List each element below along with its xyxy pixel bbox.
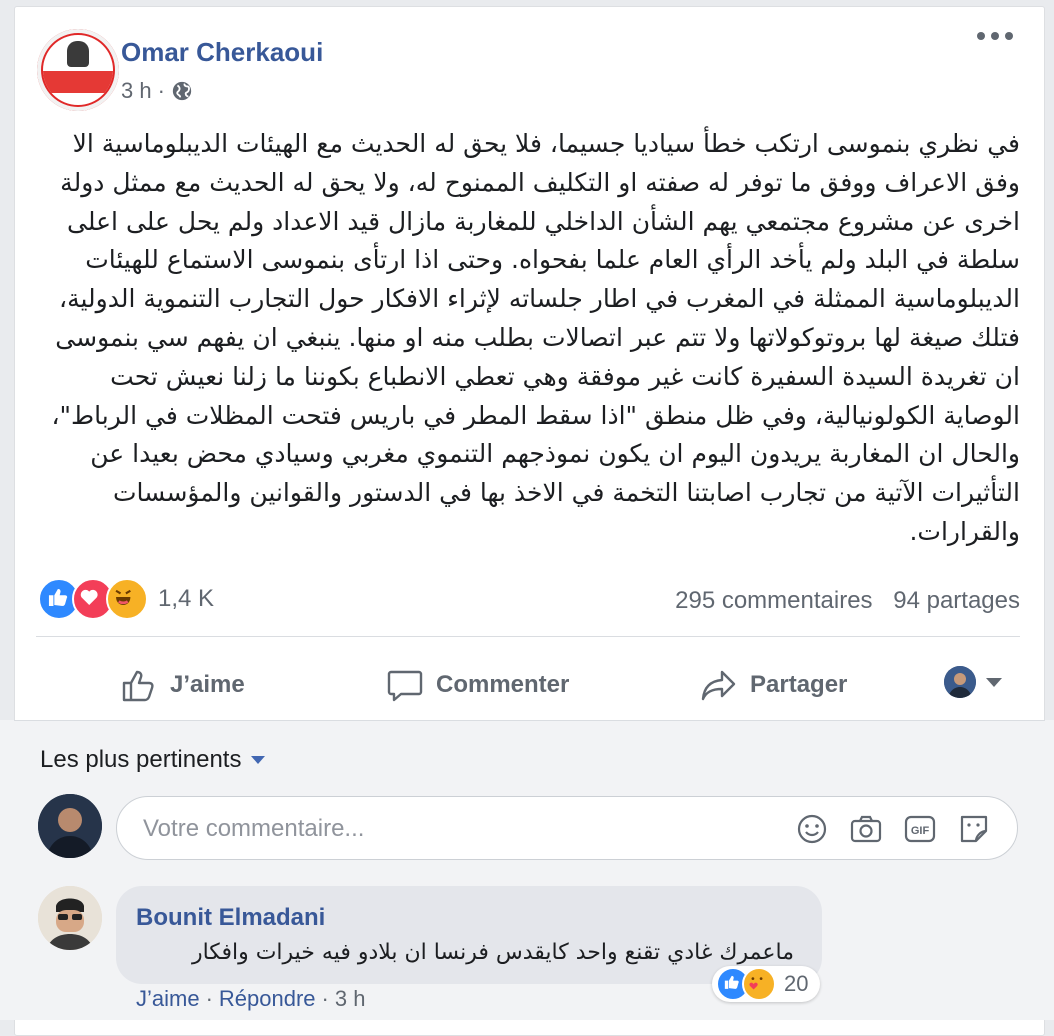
gif-icon[interactable]: GIF	[903, 812, 937, 846]
sort-label: Les plus pertinents	[40, 746, 242, 773]
more-options-icon[interactable]	[977, 32, 1013, 40]
reactions-summary[interactable]: 1,4 K	[38, 578, 214, 620]
profile-avatar	[944, 666, 976, 698]
like-label: J’aime	[170, 671, 245, 698]
share-button[interactable]: Partager	[700, 666, 847, 704]
profile-selector[interactable]	[944, 666, 1002, 698]
share-icon	[701, 670, 736, 701]
commenter-name[interactable]: Bounit Elmadani	[136, 904, 325, 932]
separator: ·	[321, 986, 329, 1011]
comment-bubble: Bounit Elmadani ماعمرك غادي تقنع واحد كا…	[116, 886, 822, 984]
like-button[interactable]: J’aime	[120, 666, 245, 704]
share-label: Partager	[750, 671, 848, 698]
globe-icon[interactable]	[171, 80, 193, 102]
comment-button[interactable]: Commenter	[386, 666, 569, 704]
emoji-icon[interactable]	[795, 812, 829, 846]
care-reaction-icon	[742, 967, 776, 1001]
post-time[interactable]: 3 h	[121, 78, 152, 104]
comment-text: ماعمرك غادي تقنع واحد كايقدس فرنسا ان بل…	[191, 940, 794, 965]
author-name[interactable]: Omar Cherkaoui	[121, 37, 323, 68]
shares-count[interactable]: 94 partages	[893, 587, 1020, 614]
comment-icon	[387, 670, 423, 702]
post-stats: 295 commentaires 94 partages	[675, 587, 1020, 615]
divider	[14, 720, 1045, 721]
caret-down-icon	[251, 756, 266, 764]
comment-input[interactable]: Votre commentaire... GIF	[116, 796, 1018, 860]
haha-reaction-icon	[106, 578, 148, 620]
sticker-icon[interactable]	[957, 812, 991, 846]
chevron-down-icon	[986, 677, 1002, 687]
comment-sort-dropdown[interactable]: Les plus pertinents	[40, 746, 266, 774]
comment-actions: J’aime · Répondre · 3 h	[136, 986, 365, 1012]
post-meta: 3 h ·	[121, 78, 193, 104]
divider	[36, 636, 1020, 637]
comment-time[interactable]: 3 h	[335, 986, 366, 1012]
current-user-avatar[interactable]	[38, 794, 102, 858]
meta-separator: ·	[157, 78, 165, 103]
camera-icon[interactable]	[849, 812, 883, 846]
comment-reactions[interactable]: 20	[712, 966, 821, 1002]
separator: ·	[205, 986, 213, 1011]
comments-count[interactable]: 295 commentaires	[675, 587, 872, 614]
author-avatar[interactable]	[37, 29, 119, 111]
comment-reaction-count: 20	[784, 971, 809, 996]
commenter-avatar[interactable]	[38, 886, 102, 950]
comment-label: Commenter	[436, 671, 570, 698]
post-text: في نظري بنموسى ارتكب خطأ سياديا جسيما، ف…	[51, 129, 1020, 546]
reaction-count[interactable]: 1,4 K	[158, 585, 214, 613]
comment-placeholder: Votre commentaire...	[143, 815, 365, 842]
comment-like-link[interactable]: J’aime	[136, 986, 200, 1012]
svg-text:GIF: GIF	[911, 825, 930, 837]
thumbs-up-icon	[122, 670, 154, 702]
comment-reply-link[interactable]: Répondre	[219, 986, 316, 1012]
